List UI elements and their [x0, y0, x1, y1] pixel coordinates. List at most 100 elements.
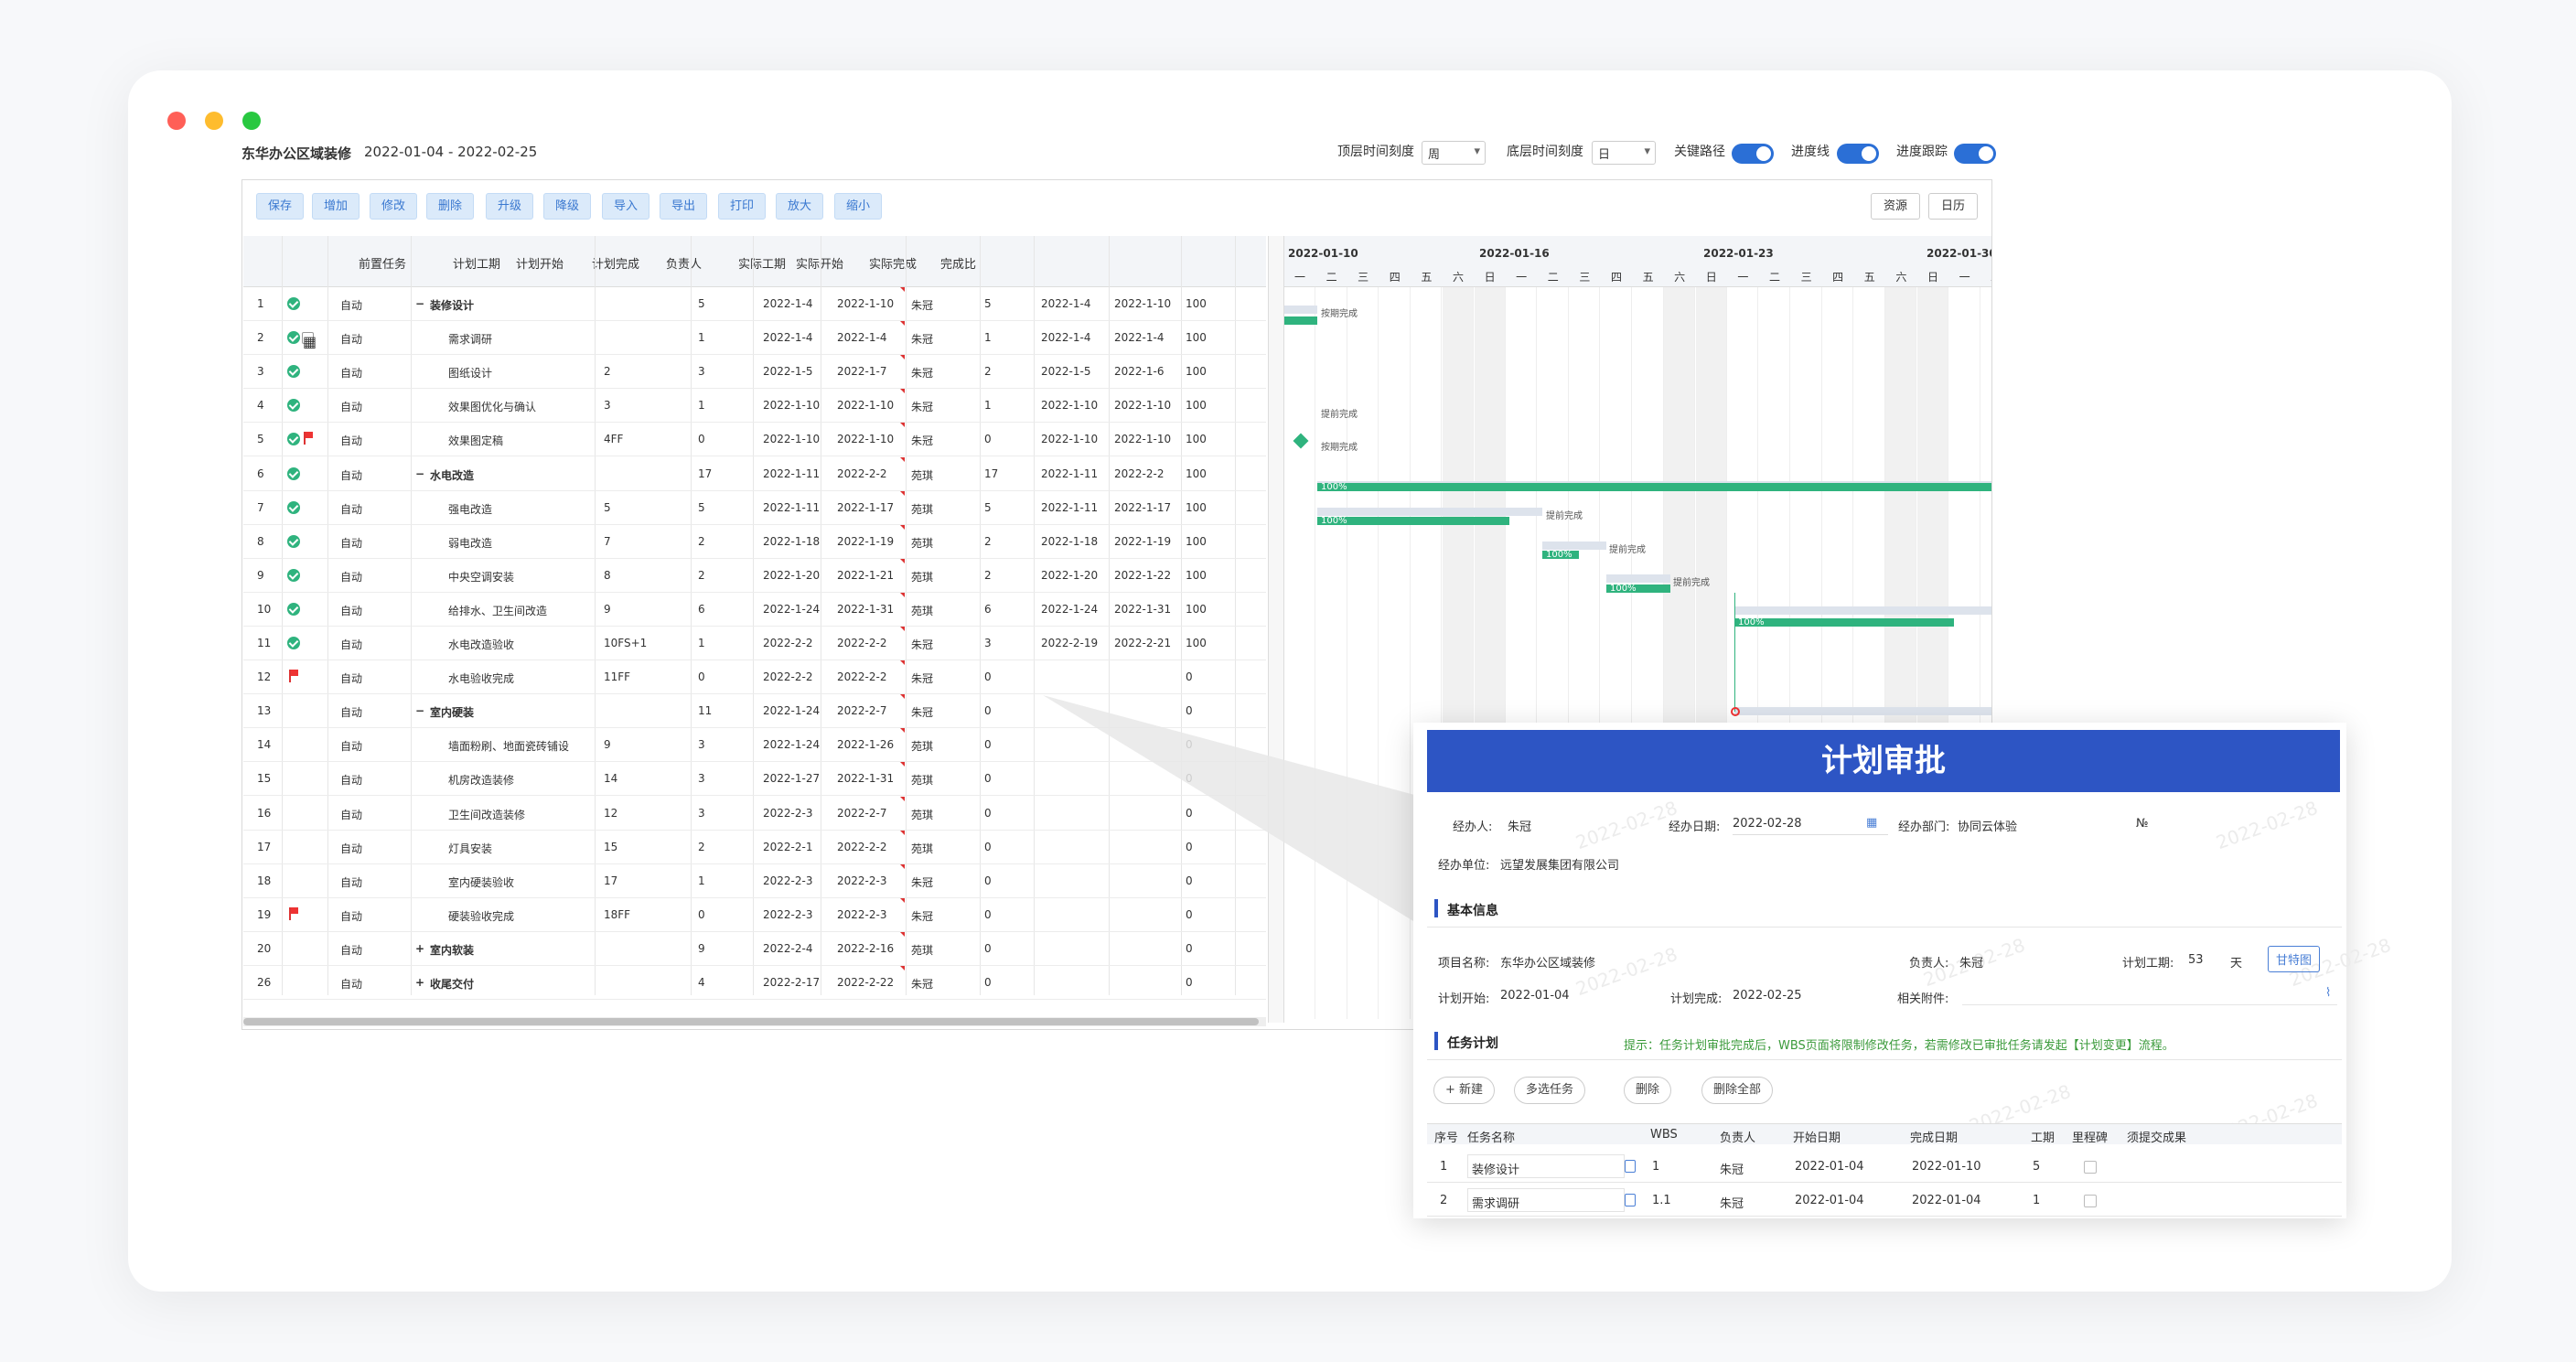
plan-end: 2022-1-10: [837, 399, 895, 413]
toolbar-button-7[interactable]: 导出: [660, 193, 708, 220]
progress-line-toggle[interactable]: [1837, 144, 1879, 164]
toggle-icon[interactable]: −: [415, 467, 424, 480]
edit-marker: [900, 558, 905, 563]
table-col-header: 完成日期: [1910, 1131, 1959, 1145]
task-mode: 自动: [340, 978, 363, 991]
table-row[interactable]: 2 ▦ 自动 需求调研 1 2022-1-4 2022-1-4 朱冠 1 2022-1-4 2022…: [243, 321, 1266, 356]
baseline-bar[interactable]: [1542, 542, 1606, 550]
toolbar-button-0[interactable]: 保存: [256, 193, 305, 220]
toggle-icon[interactable]: +: [415, 976, 424, 989]
plan-start: 2022-2-2: [763, 670, 813, 684]
table-row[interactable]: 9 自动 中央空调安装 8 2 2022-1-20 2022-1-21 苑琪 2 2022-1-2…: [243, 558, 1266, 593]
handler-value: 朱冠: [1508, 820, 1532, 834]
milestone-checkbox[interactable]: [2084, 1195, 2097, 1207]
plan-end: 2022-1-7: [837, 365, 887, 379]
task-bar[interactable]: [1734, 618, 1954, 627]
table-row[interactable]: 12 自动 水电验收完成 11FF 0 2022-2-2 2022-2-2 朱冠 0 0: [243, 660, 1266, 695]
grid-col-header[interactable]: 实际工期: [738, 254, 786, 272]
toolbar-button-5[interactable]: 降级: [543, 193, 592, 220]
minimize-dot[interactable]: [205, 112, 223, 130]
grid-col-header[interactable]: 实际完成: [869, 254, 917, 272]
grid-col-header[interactable]: 完成比: [940, 254, 976, 272]
table-row[interactable]: 4 自动 效果图优化与确认 3 1 2022-1-10 2022-1-10 朱冠 1 2022-1…: [243, 389, 1266, 424]
task-button-3[interactable]: 删除全部: [1701, 1077, 1774, 1104]
gantt-chart-button[interactable]: 甘特图: [2268, 946, 2321, 972]
grid-col-header[interactable]: 计划开始: [516, 254, 564, 272]
plan-end: 2022-1-10: [837, 433, 895, 446]
table-row[interactable]: 10 自动 给排水、卫生间改造 9 6 2022-1-24 2022-1-31 苑琪 6 2022…: [243, 592, 1266, 627]
toolbar-button-4[interactable]: 升级: [486, 193, 534, 220]
grid-col-header[interactable]: 实际开始: [796, 254, 843, 272]
table-row[interactable]: 8 自动 弱电改造 7 2 2022-1-18 2022-1-19 苑琪 2 2022-1-18 2…: [243, 524, 1266, 559]
grid-col-header[interactable]: 计划完成: [592, 254, 639, 272]
attachment-field[interactable]: [1962, 1004, 2337, 1005]
toggle-icon[interactable]: +: [415, 942, 424, 955]
end-date: 2022-01-04: [1912, 1194, 1981, 1207]
table-row[interactable]: 11 自动 水电改造验收 10FS+1 1 2022-2-2 2022-2-2 朱冠 3 2022…: [243, 627, 1266, 660]
plan-start: 2022-1-10: [763, 399, 821, 413]
table-row[interactable]: 7 自动 强电改造 5 5 2022-1-11 2022-1-17 苑琪 5 2022-1-11 2…: [243, 490, 1266, 525]
summary-bar[interactable]: [1317, 483, 1991, 491]
task-name-input[interactable]: 装修设计: [1467, 1154, 1625, 1178]
toggle-icon[interactable]: −: [415, 297, 424, 310]
toolbar-button-9[interactable]: 放大: [776, 193, 824, 220]
owner: 朱冠: [911, 333, 934, 347]
grid-col-header[interactable]: 前置任务: [359, 254, 406, 272]
baseline-bar[interactable]: [1734, 606, 1991, 615]
baseline-bar[interactable]: [1284, 306, 1317, 314]
task-button-2[interactable]: 删除: [1624, 1077, 1672, 1104]
task-button-0[interactable]: + 新建: [1433, 1077, 1496, 1104]
table-row[interactable]: 1 自动 − 装修设计 5 2022-1-4 2022-1-10 朱冠 5 2022-1-4 202…: [243, 287, 1266, 321]
grid-scrollbar[interactable]: [243, 1017, 1266, 1026]
task-mode: 自动: [340, 875, 363, 889]
doc-icon[interactable]: [1625, 1194, 1636, 1206]
toolbar-button-10[interactable]: 缩小: [834, 193, 883, 220]
doc-icon[interactable]: [1625, 1160, 1636, 1173]
gantt-day: 日: [1705, 271, 1717, 284]
toggle-icon[interactable]: −: [415, 704, 424, 717]
task-name-input[interactable]: 需求调研: [1467, 1188, 1625, 1212]
plan-end: 2022-2-2: [837, 840, 887, 853]
predecessor: 3: [604, 399, 611, 413]
project-range: 2022-01-04 - 2022-02-25: [364, 144, 538, 160]
table-row[interactable]: 6 自动 − 水电改造 17 2022-1-11 2022-2-2 苑琪 17 2022-1-11…: [243, 456, 1266, 491]
maximize-dot[interactable]: [242, 112, 261, 130]
paperclip-icon[interactable]: ⌇: [2325, 986, 2331, 1000]
critical-path-toggle[interactable]: [1732, 144, 1774, 164]
top-scale-select[interactable]: 周: [1422, 141, 1486, 165]
table-row[interactable]: 3 自动 图纸设计 2 3 2022-1-5 2022-1-7 朱冠 2 2022-1-5 2022…: [243, 355, 1266, 390]
baseline-bar[interactable]: [1606, 574, 1670, 583]
close-dot[interactable]: [167, 112, 186, 130]
actual-duration: 0: [984, 806, 992, 820]
table-row-line: [1427, 1216, 2342, 1217]
toolbar-button-6[interactable]: 导入: [602, 193, 650, 220]
task-mode: 自动: [340, 808, 363, 821]
start-date: 2022-01-04: [1795, 1160, 1864, 1174]
table-row[interactable]: 26 自动 + 收尾交付 4 2022-2-17 2022-2-22 朱冠 0 0: [243, 966, 1266, 1000]
actual-start: 2022-1-5: [1041, 365, 1091, 379]
milestone-checkbox[interactable]: [2084, 1161, 2097, 1174]
baseline-bar[interactable]: [1734, 707, 1991, 715]
toolbar-right-button-1[interactable]: 日历: [1928, 193, 1979, 220]
actual-start: 2022-1-18: [1041, 534, 1099, 548]
grid-col-header[interactable]: 计划工期: [453, 254, 500, 272]
toolbar-button-1[interactable]: 增加: [312, 193, 360, 220]
toolbar-right-button-0[interactable]: 资源: [1871, 193, 1921, 220]
toolbar-button-2[interactable]: 修改: [370, 193, 418, 220]
gantt-day: 五: [1642, 271, 1654, 284]
project-title: 东华办公区域装修: [242, 145, 352, 162]
bottom-scale-select[interactable]: 日: [1592, 141, 1656, 165]
calendar-icon[interactable]: ▦: [1866, 816, 1877, 830]
task-bar[interactable]: [1284, 316, 1317, 325]
date-field[interactable]: 2022-02-28: [1733, 817, 1888, 835]
percent-complete: 100: [1186, 331, 1207, 345]
toolbar-button-3[interactable]: 删除: [426, 193, 475, 220]
section-bar: [1434, 1032, 1438, 1050]
baseline-bar[interactable]: [1317, 508, 1542, 516]
task-button-1[interactable]: 多选任务: [1514, 1077, 1586, 1104]
table-row[interactable]: 5 自动 效果图定稿 4FF 0 2022-1-10 2022-1-10 朱冠 0 2022-1-…: [243, 423, 1266, 457]
grid-col-header[interactable]: 负责人: [666, 254, 702, 272]
percent-complete: 100: [1186, 399, 1207, 413]
progress-track-toggle[interactable]: [1954, 144, 1996, 164]
toolbar-button-8[interactable]: 打印: [718, 193, 767, 220]
